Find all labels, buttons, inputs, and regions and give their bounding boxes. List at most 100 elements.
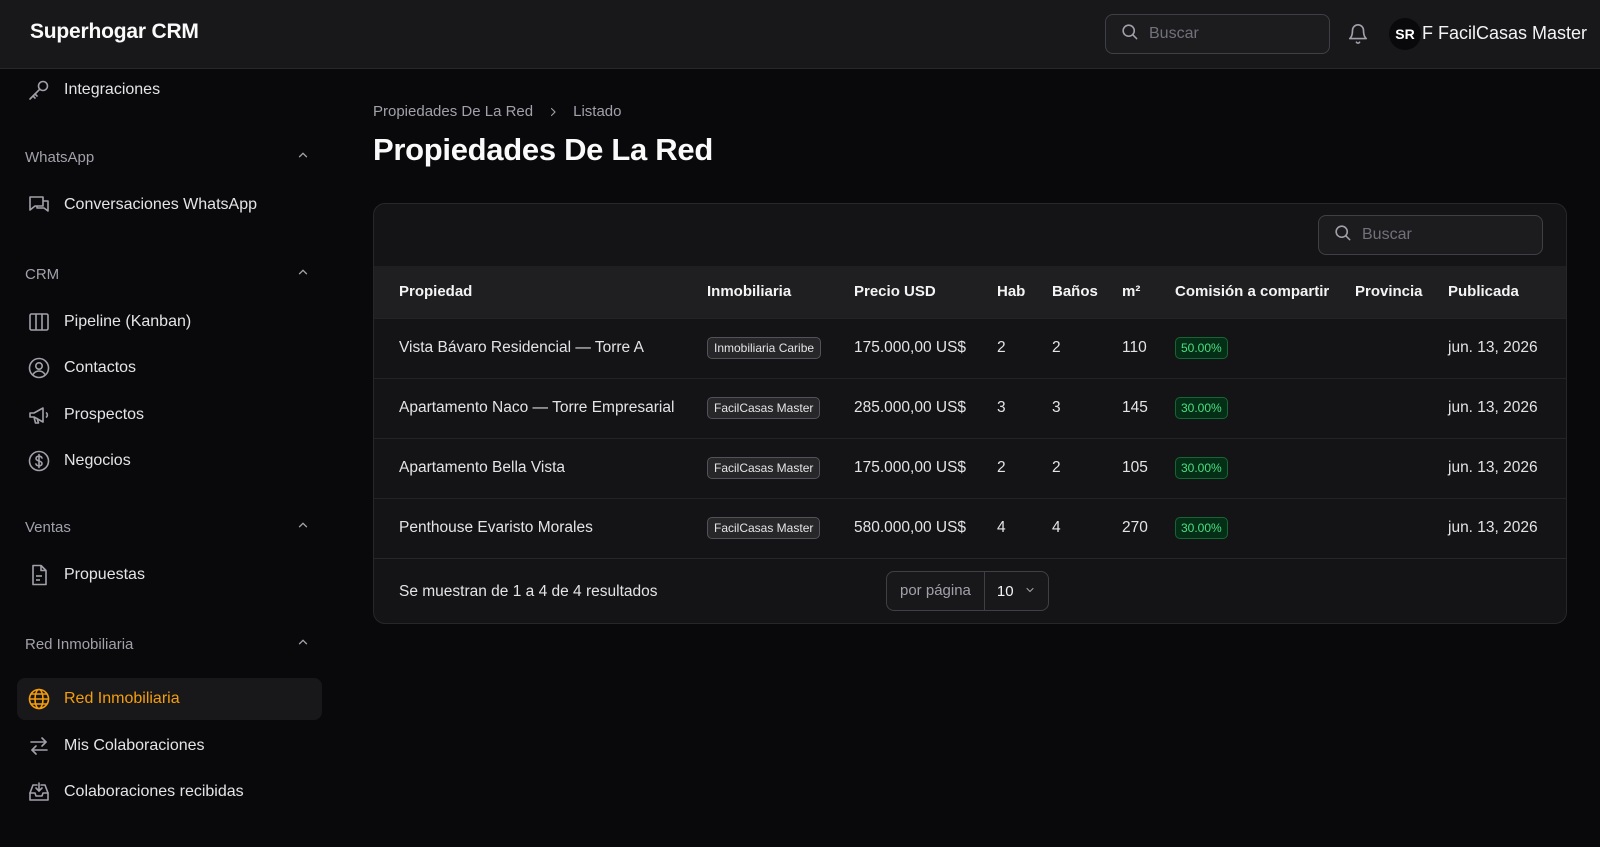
agency-badge: FacilCasas Master <box>707 457 821 479</box>
group-red-inmobiliaria[interactable]: Red Inmobiliaria <box>25 632 310 656</box>
chevron-up-icon <box>296 265 310 284</box>
cell-m2: 105 <box>1122 459 1148 476</box>
group-label: WhatsApp <box>25 148 95 166</box>
sidebar-item-colaboraciones-recibidas[interactable]: Colaboraciones recibidas <box>17 771 322 813</box>
table-row[interactable]: Penthouse Evaristo Morales FacilCasas Ma… <box>374 498 1566 558</box>
cell-propiedad: Apartamento Naco — Torre Empresarial <box>399 399 675 416</box>
cell-provincia <box>1355 438 1448 498</box>
group-crm[interactable]: CRM <box>25 262 310 286</box>
sidebar-item-prospectos[interactable]: Prospectos <box>17 394 322 436</box>
user-menu[interactable]: F FacilCasas Master <box>1422 23 1587 44</box>
sidebar-item-label: Propuestas <box>64 566 145 583</box>
agency-badge: FacilCasas Master <box>707 517 821 540</box>
properties-table-card: Propiedad Inmobiliaria Precio USD Hab Ba… <box>373 203 1567 624</box>
cell-propiedad: Apartamento Bella Vista <box>399 459 566 476</box>
cell-hab: 4 <box>997 519 1006 537</box>
app-title[interactable]: Superhogar CRM <box>30 20 199 44</box>
chevron-up-icon <box>296 518 310 537</box>
cell-precio: 285.000,00 US$ <box>854 399 967 416</box>
column-header-propiedad[interactable]: Propiedad <box>374 266 707 318</box>
global-search[interactable] <box>1105 14 1330 54</box>
sidebar-item-label: Pipeline (Kanban) <box>64 313 192 330</box>
group-label: CRM <box>25 265 60 283</box>
global-search-input[interactable] <box>1149 25 1319 43</box>
sidebar-item-pipeline[interactable]: Pipeline (Kanban) <box>17 301 322 343</box>
cell-banos: 4 <box>1052 519 1061 537</box>
table-search[interactable] <box>1318 215 1543 255</box>
table-row[interactable]: Apartamento Bella Vista FacilCasas Maste… <box>374 438 1566 498</box>
commission-badge: 30.00% <box>1175 517 1228 540</box>
arrows-icon <box>27 734 51 758</box>
notifications-bell-icon[interactable] <box>1347 22 1369 46</box>
cell-provincia <box>1355 378 1448 438</box>
per-page-dropdown[interactable]: 10 <box>985 583 1048 600</box>
agency-badge: FacilCasas Master <box>707 397 821 419</box>
search-icon <box>1120 22 1139 46</box>
cell-m2: 110 <box>1122 339 1147 356</box>
sidebar-item-contactos[interactable]: Contactos <box>17 347 322 389</box>
sidebar-item-conversaciones-whatsapp[interactable]: Conversaciones WhatsApp <box>17 184 322 226</box>
sidebar: Integraciones WhatsApp Conversaciones Wh… <box>0 69 335 847</box>
table-row[interactable]: Vista Bávaro Residencial — Torre A Inmob… <box>374 318 1566 378</box>
cell-hab: 2 <box>997 459 1006 476</box>
chat-icon <box>27 193 51 217</box>
per-page-select[interactable]: por página 10 <box>886 571 1049 611</box>
sidebar-item-integraciones[interactable]: Integraciones <box>17 69 322 111</box>
per-page-label: por página <box>887 572 985 610</box>
commission-badge: 30.00% <box>1175 397 1228 419</box>
chevron-right-icon <box>547 106 559 118</box>
cell-propiedad: Vista Bávaro Residencial — Torre A <box>399 339 644 356</box>
sidebar-item-label: Conversaciones WhatsApp <box>64 196 257 213</box>
sidebar-item-label: Prospectos <box>64 406 145 423</box>
column-header-m2[interactable]: m² <box>1122 266 1175 318</box>
cell-publicada: jun. 13, 2026 <box>1448 519 1538 537</box>
sidebar-item-label: Contactos <box>64 359 137 376</box>
sidebar-item-label: Mis Colaboraciones <box>64 737 205 754</box>
table-footer: Se muestran de 1 a 4 de 4 resultados por… <box>374 558 1566 623</box>
sidebar-item-label: Integraciones <box>64 81 161 98</box>
column-header-inmobiliaria[interactable]: Inmobiliaria <box>707 266 854 318</box>
sidebar-item-label: Colaboraciones recibidas <box>64 783 244 800</box>
column-header-publicada[interactable]: Publicada <box>1448 266 1566 318</box>
cell-publicada: jun. 13, 2026 <box>1448 339 1538 356</box>
cell-banos: 3 <box>1052 399 1061 416</box>
cell-precio: 580.000,00 US$ <box>854 519 967 537</box>
cell-provincia <box>1355 498 1448 558</box>
chevron-up-icon <box>296 148 310 167</box>
properties-table: Propiedad Inmobiliaria Precio USD Hab Ba… <box>374 266 1566 558</box>
cell-hab: 3 <box>997 399 1006 416</box>
cell-provincia <box>1355 318 1448 378</box>
column-header-hab[interactable]: Hab <box>997 266 1052 318</box>
sidebar-item-label: Negocios <box>64 452 131 469</box>
column-header-banos[interactable]: Baños <box>1052 266 1122 318</box>
sidebar-item-label: Red Inmobiliaria <box>64 690 180 707</box>
breadcrumb-parent-link[interactable]: Propiedades De La Red <box>373 103 533 120</box>
user-circle-icon <box>27 356 51 380</box>
key-icon <box>27 78 51 102</box>
search-icon <box>1333 223 1352 247</box>
avatar[interactable]: SR <box>1389 18 1421 50</box>
cell-hab: 2 <box>997 339 1006 356</box>
sidebar-item-mis-colaboraciones[interactable]: Mis Colaboraciones <box>17 725 322 767</box>
breadcrumb: Propiedades De La Red Listado <box>373 103 621 120</box>
table-header-row: Propiedad Inmobiliaria Precio USD Hab Ba… <box>374 266 1566 318</box>
column-header-precio[interactable]: Precio USD <box>854 266 997 318</box>
inbox-icon <box>27 780 51 804</box>
group-ventas[interactable]: Ventas <box>25 515 310 539</box>
group-whatsapp[interactable]: WhatsApp <box>25 145 310 169</box>
dollar-icon <box>27 449 51 473</box>
page-title: Propiedades De La Red <box>373 132 713 167</box>
sidebar-item-negocios[interactable]: Negocios <box>17 440 322 482</box>
per-page-value: 10 <box>996 582 1014 600</box>
sidebar-item-propuestas[interactable]: Propuestas <box>17 554 322 596</box>
cell-precio: 175.000,00 US$ <box>854 459 967 476</box>
sidebar-item-red-inmobiliaria[interactable]: Red Inmobiliaria <box>17 678 322 720</box>
cell-banos: 2 <box>1052 459 1061 476</box>
document-icon <box>27 563 51 587</box>
globe-icon <box>27 687 51 711</box>
column-header-comision[interactable]: Comisión a compartir <box>1175 266 1355 318</box>
table-row[interactable]: Apartamento Naco — Torre Empresarial Fac… <box>374 378 1566 438</box>
column-header-provincia[interactable]: Provincia <box>1355 266 1448 318</box>
top-bar: Superhogar CRM SR F FacilCasas Master <box>0 0 1600 69</box>
table-search-input[interactable] <box>1362 226 1532 244</box>
